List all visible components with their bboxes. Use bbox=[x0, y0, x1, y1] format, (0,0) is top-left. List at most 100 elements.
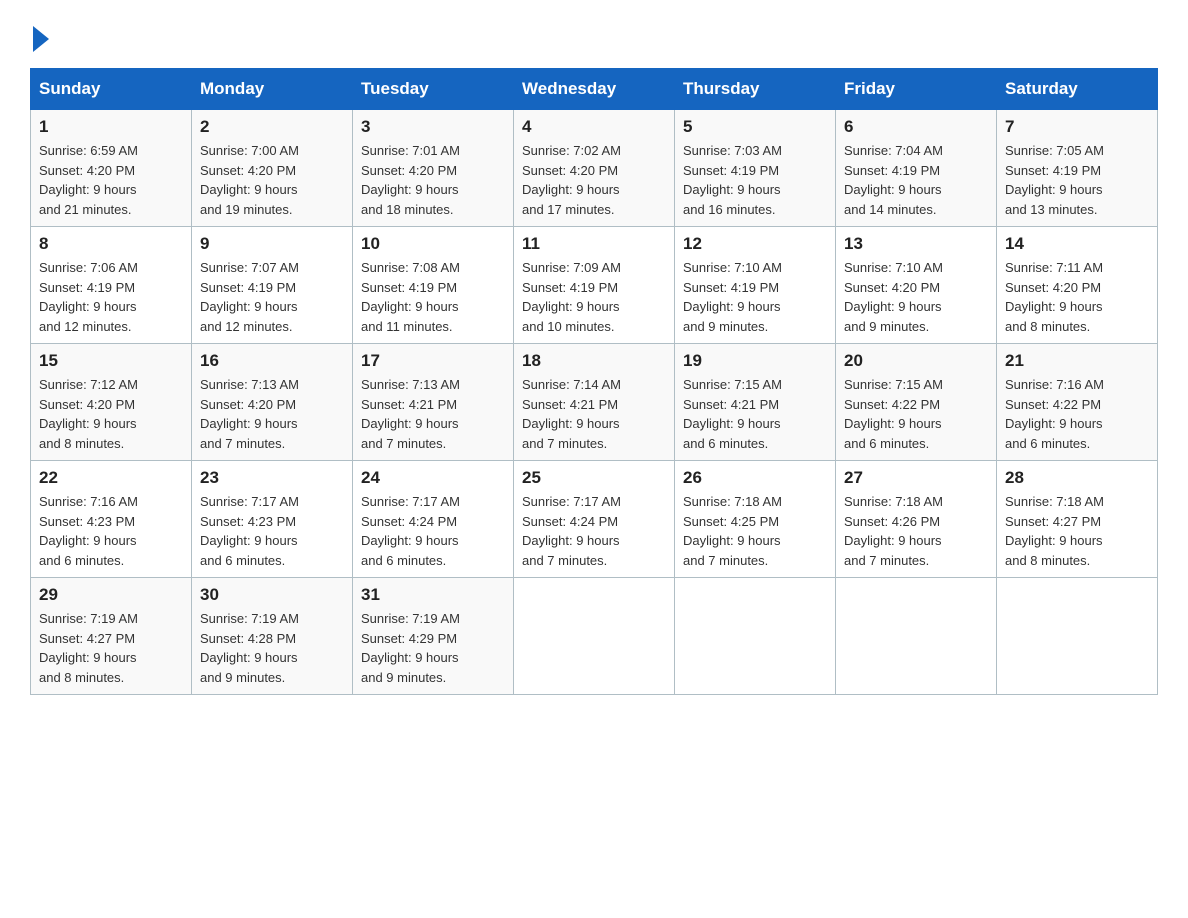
day-number: 11 bbox=[522, 234, 666, 254]
day-cell-20: 20 Sunrise: 7:15 AM Sunset: 4:22 PM Dayl… bbox=[836, 344, 997, 461]
day-header-thursday: Thursday bbox=[675, 69, 836, 110]
day-info: Sunrise: 7:15 AM Sunset: 4:21 PM Dayligh… bbox=[683, 375, 827, 453]
day-number: 19 bbox=[683, 351, 827, 371]
day-number: 29 bbox=[39, 585, 183, 605]
day-number: 7 bbox=[1005, 117, 1149, 137]
day-cell-2: 2 Sunrise: 7:00 AM Sunset: 4:20 PM Dayli… bbox=[192, 110, 353, 227]
day-cell-26: 26 Sunrise: 7:18 AM Sunset: 4:25 PM Dayl… bbox=[675, 461, 836, 578]
day-number: 1 bbox=[39, 117, 183, 137]
day-number: 31 bbox=[361, 585, 505, 605]
day-info: Sunrise: 7:19 AM Sunset: 4:27 PM Dayligh… bbox=[39, 609, 183, 687]
logo-arrow-icon bbox=[33, 26, 49, 52]
day-info: Sunrise: 7:14 AM Sunset: 4:21 PM Dayligh… bbox=[522, 375, 666, 453]
day-info: Sunrise: 7:11 AM Sunset: 4:20 PM Dayligh… bbox=[1005, 258, 1149, 336]
day-number: 20 bbox=[844, 351, 988, 371]
day-number: 8 bbox=[39, 234, 183, 254]
day-number: 12 bbox=[683, 234, 827, 254]
day-info: Sunrise: 7:16 AM Sunset: 4:22 PM Dayligh… bbox=[1005, 375, 1149, 453]
day-number: 21 bbox=[1005, 351, 1149, 371]
day-header-saturday: Saturday bbox=[997, 69, 1158, 110]
week-row-3: 15 Sunrise: 7:12 AM Sunset: 4:20 PM Dayl… bbox=[31, 344, 1158, 461]
day-info: Sunrise: 7:06 AM Sunset: 4:19 PM Dayligh… bbox=[39, 258, 183, 336]
day-cell-21: 21 Sunrise: 7:16 AM Sunset: 4:22 PM Dayl… bbox=[997, 344, 1158, 461]
day-info: Sunrise: 7:15 AM Sunset: 4:22 PM Dayligh… bbox=[844, 375, 988, 453]
day-cell-18: 18 Sunrise: 7:14 AM Sunset: 4:21 PM Dayl… bbox=[514, 344, 675, 461]
empty-cell bbox=[836, 578, 997, 695]
calendar-table: SundayMondayTuesdayWednesdayThursdayFrid… bbox=[30, 68, 1158, 695]
day-number: 9 bbox=[200, 234, 344, 254]
day-cell-27: 27 Sunrise: 7:18 AM Sunset: 4:26 PM Dayl… bbox=[836, 461, 997, 578]
day-cell-25: 25 Sunrise: 7:17 AM Sunset: 4:24 PM Dayl… bbox=[514, 461, 675, 578]
day-info: Sunrise: 7:17 AM Sunset: 4:24 PM Dayligh… bbox=[361, 492, 505, 570]
day-info: Sunrise: 7:13 AM Sunset: 4:21 PM Dayligh… bbox=[361, 375, 505, 453]
logo bbox=[30, 28, 49, 50]
day-number: 2 bbox=[200, 117, 344, 137]
day-cell-17: 17 Sunrise: 7:13 AM Sunset: 4:21 PM Dayl… bbox=[353, 344, 514, 461]
day-number: 14 bbox=[1005, 234, 1149, 254]
week-row-4: 22 Sunrise: 7:16 AM Sunset: 4:23 PM Dayl… bbox=[31, 461, 1158, 578]
day-number: 4 bbox=[522, 117, 666, 137]
day-info: Sunrise: 7:13 AM Sunset: 4:20 PM Dayligh… bbox=[200, 375, 344, 453]
day-info: Sunrise: 7:17 AM Sunset: 4:23 PM Dayligh… bbox=[200, 492, 344, 570]
day-info: Sunrise: 7:10 AM Sunset: 4:19 PM Dayligh… bbox=[683, 258, 827, 336]
day-info: Sunrise: 7:17 AM Sunset: 4:24 PM Dayligh… bbox=[522, 492, 666, 570]
day-cell-1: 1 Sunrise: 6:59 AM Sunset: 4:20 PM Dayli… bbox=[31, 110, 192, 227]
day-cell-29: 29 Sunrise: 7:19 AM Sunset: 4:27 PM Dayl… bbox=[31, 578, 192, 695]
day-info: Sunrise: 7:10 AM Sunset: 4:20 PM Dayligh… bbox=[844, 258, 988, 336]
empty-cell bbox=[675, 578, 836, 695]
day-cell-10: 10 Sunrise: 7:08 AM Sunset: 4:19 PM Dayl… bbox=[353, 227, 514, 344]
day-info: Sunrise: 7:16 AM Sunset: 4:23 PM Dayligh… bbox=[39, 492, 183, 570]
day-cell-11: 11 Sunrise: 7:09 AM Sunset: 4:19 PM Dayl… bbox=[514, 227, 675, 344]
day-cell-8: 8 Sunrise: 7:06 AM Sunset: 4:19 PM Dayli… bbox=[31, 227, 192, 344]
day-header-wednesday: Wednesday bbox=[514, 69, 675, 110]
empty-cell bbox=[997, 578, 1158, 695]
day-number: 27 bbox=[844, 468, 988, 488]
day-cell-31: 31 Sunrise: 7:19 AM Sunset: 4:29 PM Dayl… bbox=[353, 578, 514, 695]
day-number: 30 bbox=[200, 585, 344, 605]
day-number: 22 bbox=[39, 468, 183, 488]
day-info: Sunrise: 7:19 AM Sunset: 4:29 PM Dayligh… bbox=[361, 609, 505, 687]
day-info: Sunrise: 7:03 AM Sunset: 4:19 PM Dayligh… bbox=[683, 141, 827, 219]
day-info: Sunrise: 7:05 AM Sunset: 4:19 PM Dayligh… bbox=[1005, 141, 1149, 219]
day-info: Sunrise: 6:59 AM Sunset: 4:20 PM Dayligh… bbox=[39, 141, 183, 219]
day-info: Sunrise: 7:08 AM Sunset: 4:19 PM Dayligh… bbox=[361, 258, 505, 336]
day-cell-19: 19 Sunrise: 7:15 AM Sunset: 4:21 PM Dayl… bbox=[675, 344, 836, 461]
day-cell-5: 5 Sunrise: 7:03 AM Sunset: 4:19 PM Dayli… bbox=[675, 110, 836, 227]
day-cell-6: 6 Sunrise: 7:04 AM Sunset: 4:19 PM Dayli… bbox=[836, 110, 997, 227]
day-info: Sunrise: 7:18 AM Sunset: 4:26 PM Dayligh… bbox=[844, 492, 988, 570]
day-number: 25 bbox=[522, 468, 666, 488]
day-cell-13: 13 Sunrise: 7:10 AM Sunset: 4:20 PM Dayl… bbox=[836, 227, 997, 344]
day-cell-24: 24 Sunrise: 7:17 AM Sunset: 4:24 PM Dayl… bbox=[353, 461, 514, 578]
day-cell-4: 4 Sunrise: 7:02 AM Sunset: 4:20 PM Dayli… bbox=[514, 110, 675, 227]
day-info: Sunrise: 7:12 AM Sunset: 4:20 PM Dayligh… bbox=[39, 375, 183, 453]
header-row: SundayMondayTuesdayWednesdayThursdayFrid… bbox=[31, 69, 1158, 110]
day-number: 16 bbox=[200, 351, 344, 371]
day-cell-15: 15 Sunrise: 7:12 AM Sunset: 4:20 PM Dayl… bbox=[31, 344, 192, 461]
day-number: 5 bbox=[683, 117, 827, 137]
day-number: 15 bbox=[39, 351, 183, 371]
day-cell-30: 30 Sunrise: 7:19 AM Sunset: 4:28 PM Dayl… bbox=[192, 578, 353, 695]
day-info: Sunrise: 7:18 AM Sunset: 4:25 PM Dayligh… bbox=[683, 492, 827, 570]
day-cell-9: 9 Sunrise: 7:07 AM Sunset: 4:19 PM Dayli… bbox=[192, 227, 353, 344]
day-cell-28: 28 Sunrise: 7:18 AM Sunset: 4:27 PM Dayl… bbox=[997, 461, 1158, 578]
day-info: Sunrise: 7:18 AM Sunset: 4:27 PM Dayligh… bbox=[1005, 492, 1149, 570]
day-info: Sunrise: 7:01 AM Sunset: 4:20 PM Dayligh… bbox=[361, 141, 505, 219]
day-number: 23 bbox=[200, 468, 344, 488]
day-cell-16: 16 Sunrise: 7:13 AM Sunset: 4:20 PM Dayl… bbox=[192, 344, 353, 461]
day-cell-23: 23 Sunrise: 7:17 AM Sunset: 4:23 PM Dayl… bbox=[192, 461, 353, 578]
day-header-friday: Friday bbox=[836, 69, 997, 110]
day-number: 3 bbox=[361, 117, 505, 137]
day-number: 28 bbox=[1005, 468, 1149, 488]
day-info: Sunrise: 7:04 AM Sunset: 4:19 PM Dayligh… bbox=[844, 141, 988, 219]
day-number: 13 bbox=[844, 234, 988, 254]
day-cell-14: 14 Sunrise: 7:11 AM Sunset: 4:20 PM Dayl… bbox=[997, 227, 1158, 344]
day-number: 17 bbox=[361, 351, 505, 371]
empty-cell bbox=[514, 578, 675, 695]
day-info: Sunrise: 7:09 AM Sunset: 4:19 PM Dayligh… bbox=[522, 258, 666, 336]
page-header bbox=[30, 20, 1158, 50]
day-header-monday: Monday bbox=[192, 69, 353, 110]
day-number: 6 bbox=[844, 117, 988, 137]
day-number: 24 bbox=[361, 468, 505, 488]
day-info: Sunrise: 7:19 AM Sunset: 4:28 PM Dayligh… bbox=[200, 609, 344, 687]
day-info: Sunrise: 7:00 AM Sunset: 4:20 PM Dayligh… bbox=[200, 141, 344, 219]
